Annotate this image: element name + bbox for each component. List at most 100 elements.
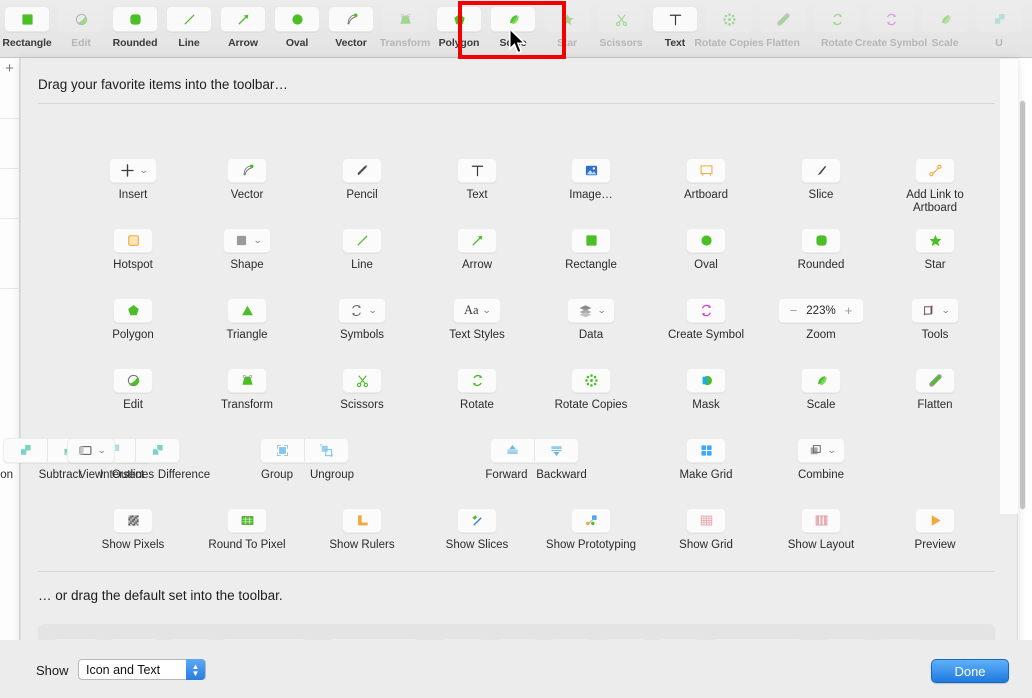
toolbar-item-chip[interactable] <box>220 6 266 32</box>
toolbar-item-chip[interactable] <box>274 6 320 32</box>
grid-cell[interactable]: ⌄ Combine <box>751 438 891 482</box>
grid-button[interactable]: ⌄ <box>911 298 959 323</box>
grid-cell[interactable]: Forward Backward <box>464 438 604 481</box>
toolbar-item-chip[interactable] <box>976 6 1022 32</box>
toolbar-item-chip[interactable] <box>814 6 860 32</box>
grid-cell[interactable]: Group Ungroup <box>235 438 375 481</box>
toolbar-item-oval[interactable]: Oval <box>270 0 324 49</box>
grid-button[interactable]: ⌄ <box>223 228 271 253</box>
grid-button[interactable] <box>342 158 382 183</box>
segmented-control[interactable] <box>260 438 349 463</box>
grid-button[interactable] <box>227 368 267 393</box>
grid-button[interactable] <box>457 368 497 393</box>
grid-button[interactable] <box>686 438 726 463</box>
toolbar-item-line[interactable]: Line <box>162 0 216 49</box>
toolbar-item-scissors[interactable]: Scissors <box>594 0 648 49</box>
grid-button[interactable] <box>342 228 382 253</box>
grid-cell[interactable]: ⌄ Tools <box>865 298 1005 342</box>
toolbar-item-chip[interactable] <box>58 6 104 32</box>
grid-button[interactable] <box>457 508 497 533</box>
grid-button[interactable] <box>686 158 726 183</box>
grid-button[interactable] <box>915 158 955 183</box>
toolbar-item-chip[interactable] <box>382 6 428 32</box>
grid-button[interactable]: ⌄ <box>567 298 615 323</box>
grid-button[interactable] <box>227 508 267 533</box>
rectangle-icon <box>21 13 33 25</box>
grid-button[interactable] <box>457 228 497 253</box>
grid-button[interactable] <box>801 158 841 183</box>
toolbar-item-chip[interactable] <box>166 6 212 32</box>
grid-button[interactable] <box>571 368 611 393</box>
segment-forward-icon[interactable] <box>491 439 535 462</box>
toolbar-item-rounded[interactable]: Rounded <box>108 0 162 49</box>
grid-button[interactable]: ⌄ <box>797 438 845 463</box>
toolbar-item-flatten[interactable]: Flatten <box>756 0 810 49</box>
grid-cell[interactable]: Preview <box>865 508 1005 552</box>
grid-item-label: Create Symbol <box>667 329 745 341</box>
sheet-scroll-thumb[interactable] <box>1019 100 1026 510</box>
grid-button[interactable] <box>686 298 726 323</box>
sheet-scroll-track[interactable] <box>1000 59 1018 514</box>
grid-button[interactable] <box>457 158 497 183</box>
toolbar-item-rotate-copies[interactable]: Rotate Copies <box>694 0 764 49</box>
grid-button[interactable] <box>801 508 841 533</box>
grid-button[interactable] <box>801 368 841 393</box>
grid-button[interactable] <box>227 158 267 183</box>
grid-button[interactable] <box>686 368 726 393</box>
toolbar-item-chip[interactable] <box>760 6 806 32</box>
toolbar-item-scale[interactable]: Scale <box>918 0 972 49</box>
toolbar-item-chip[interactable] <box>598 6 644 32</box>
done-button[interactable]: Done <box>931 659 1009 683</box>
grid-button[interactable] <box>801 228 841 253</box>
toolbar-item-chip[interactable] <box>328 6 374 32</box>
toolbar-item-arrow[interactable]: Arrow <box>216 0 270 49</box>
grid-button[interactable] <box>113 508 153 533</box>
toolbar-item-chip[interactable] <box>706 6 752 32</box>
toolbar-item-create-symbol[interactable]: Create Symbol <box>855 0 927 49</box>
grid-button[interactable] <box>915 368 955 393</box>
grid-button[interactable] <box>571 228 611 253</box>
grid-button[interactable] <box>342 508 382 533</box>
grid-cell[interactable]: Add Link to Artboard <box>865 158 1005 215</box>
toolbar-item-chip[interactable] <box>112 6 158 32</box>
ungroup-icon <box>320 444 333 457</box>
toolbar-item-chip[interactable] <box>868 6 914 32</box>
grid-cell[interactable]: ⌄ View <box>21 438 161 482</box>
grid-button[interactable] <box>915 508 955 533</box>
toolbar-item-edit[interactable]: Edit <box>54 0 108 49</box>
segment-ungroup-icon[interactable] <box>305 439 348 462</box>
segment-group-icon[interactable] <box>261 439 305 462</box>
segment-backward-icon[interactable] <box>535 439 578 462</box>
toolbar-item-vector[interactable]: Vector <box>324 0 378 49</box>
zoom-stepper[interactable]: − 223% + <box>778 298 864 323</box>
grid-button[interactable] <box>686 508 726 533</box>
grid-button[interactable]: ⌄ <box>338 298 386 323</box>
toolbar-item-chip[interactable] <box>922 6 968 32</box>
grid-button[interactable]: ⌄ <box>109 158 157 183</box>
toolbar-item-chip[interactable] <box>4 6 50 32</box>
grid-item-label: Slice <box>808 189 834 201</box>
favorite-items-grid[interactable]: ⌄ Insert Vector Pencil Text Image… Artboard Sli… <box>0 108 1005 568</box>
grid-button[interactable] <box>113 298 153 323</box>
grid-button[interactable] <box>113 368 153 393</box>
grid-button[interactable] <box>686 228 726 253</box>
grid-button[interactable]: Aa ⌄ <box>453 298 501 323</box>
grid-cell[interactable]: Flatten <box>865 368 1005 412</box>
grid-button[interactable] <box>227 298 267 323</box>
backward-icon <box>550 446 562 456</box>
grid-button[interactable]: ⌄ <box>67 438 115 463</box>
toolbar-item-transform[interactable]: Transform <box>378 0 432 49</box>
toolbar-item-rectangle[interactable]: Rectangle <box>0 0 54 49</box>
toolbar-item-u[interactable]: U <box>972 0 1026 49</box>
grid-cell[interactable]: Star <box>865 228 1005 272</box>
toolbar-item-chip[interactable] <box>652 6 698 32</box>
grid-button[interactable] <box>571 508 611 533</box>
segmented-control[interactable] <box>489 438 579 463</box>
zoom-out-button[interactable]: − <box>790 303 798 318</box>
grid-button[interactable] <box>342 368 382 393</box>
grid-button[interactable] <box>915 228 955 253</box>
show-mode-select[interactable]: Icon and Text ▲ ▼ <box>78 659 206 680</box>
grid-button[interactable] <box>113 228 153 253</box>
zoom-in-button[interactable]: + <box>845 303 853 318</box>
grid-button[interactable] <box>571 158 611 183</box>
